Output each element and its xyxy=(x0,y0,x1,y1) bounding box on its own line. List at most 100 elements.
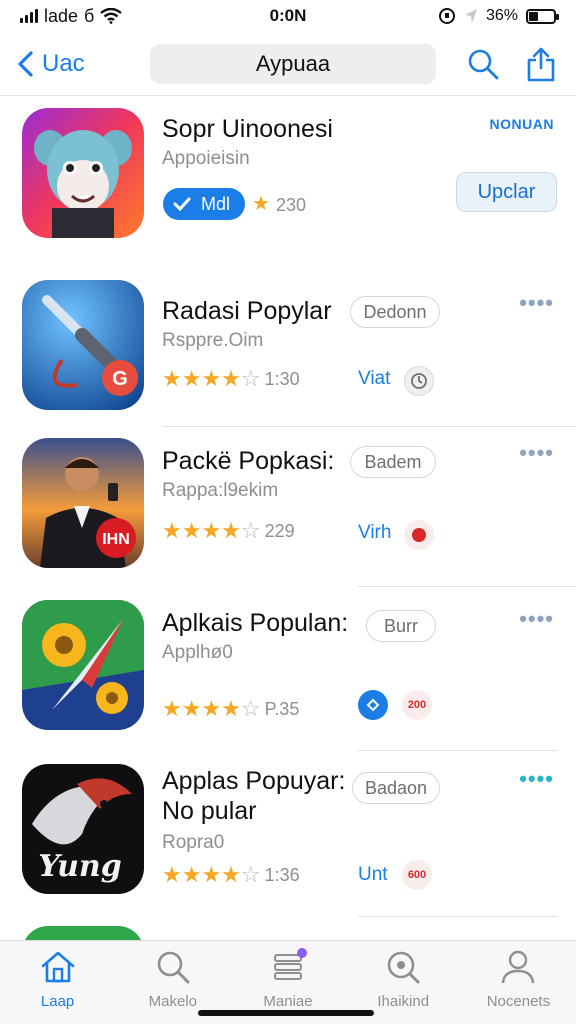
location-icon xyxy=(464,9,477,23)
search-icon xyxy=(157,951,190,984)
badge-label: Mdl xyxy=(201,193,231,214)
tab-label: Makelo xyxy=(148,993,197,1010)
view-link[interactable]: Virh xyxy=(358,522,391,544)
svg-text:G: G xyxy=(112,368,128,390)
rating-count: P.35 xyxy=(264,698,300,719)
magnifier-icon xyxy=(387,951,420,984)
tab-home[interactable]: Laap xyxy=(0,941,115,1024)
list-item[interactable]: Aplkais Populan: Applhø0 xyxy=(0,586,576,750)
app-subtitle: Rsppre.Oim xyxy=(162,330,264,351)
sync-icon[interactable] xyxy=(358,690,388,720)
star-empty-icon: ☆ xyxy=(240,862,261,887)
list-item[interactable]: Yung Applas Popuyar: No pular Ropra0 ★★★… xyxy=(0,750,576,918)
list-item[interactable]: G Radasi Popylar Rsppre.Oim ★★★★ ☆ 1:30 D… xyxy=(0,268,576,428)
status-time: 0:0Ν xyxy=(269,6,307,25)
verified-badge[interactable]: Mdl xyxy=(163,188,245,220)
star-rating: ★★★★ ☆ 1:36 xyxy=(162,862,300,888)
more-icon[interactable]: •••• xyxy=(519,766,554,792)
list-item[interactable]: Sopr Uinoonesi Appoieisin Mdl ★ 230 NONU… xyxy=(0,96,576,268)
home-indicator xyxy=(198,1010,374,1016)
get-button[interactable]: Dedonn xyxy=(350,296,440,328)
app-subtitle: Applhø0 xyxy=(162,642,233,663)
battery-level xyxy=(529,11,538,21)
clock-icon[interactable] xyxy=(404,366,434,396)
count-badge[interactable]: 600 xyxy=(402,860,432,890)
status-right: 36% xyxy=(356,7,559,25)
status-left: lade б xyxy=(20,6,220,27)
star-empty-icon: ☆ xyxy=(240,518,261,543)
star-rating: ★★★★ ☆ 229 xyxy=(162,518,295,544)
app-icon-lemur[interactable] xyxy=(22,108,144,238)
battery-percent: 36% xyxy=(485,7,518,24)
star-empty-icon: ☆ xyxy=(240,366,261,391)
carrier-label: lade xyxy=(44,5,79,26)
home-icon xyxy=(41,951,74,983)
app-icon-raven[interactable]: Yung xyxy=(22,764,144,894)
app-icon-partial[interactable] xyxy=(22,926,144,940)
app-subtitle: Appoieisin xyxy=(162,148,250,169)
tab-label: Nocenets xyxy=(486,993,551,1010)
view-link[interactable]: Viat xyxy=(358,368,390,390)
star-rating: ★★★★ ☆ P.35 xyxy=(162,696,299,722)
share-icon[interactable] xyxy=(526,46,556,82)
divider xyxy=(358,916,558,917)
view-link[interactable]: Unt xyxy=(358,864,388,886)
list-item[interactable]: IHN Packë Popkasi: Rappa:l9ekim ★★★★ ☆ 22… xyxy=(0,428,576,587)
tab-account[interactable]: Nocenets xyxy=(461,941,576,1024)
count-badge[interactable]: 200 xyxy=(402,690,432,720)
chevron-left-icon xyxy=(18,50,33,77)
app-subtitle: Rappa:l9ekim xyxy=(162,480,279,501)
stack-icon xyxy=(274,948,307,980)
back-button[interactable]: Uac xyxy=(0,50,150,78)
app-name: Aplkais Populan: xyxy=(162,609,349,637)
back-label: Uac xyxy=(42,49,85,77)
network-label: б xyxy=(84,5,95,26)
app-name: Packë Popkasi: xyxy=(162,447,335,475)
app-name: Radasi Popylar xyxy=(162,297,332,325)
orientation-lock-icon xyxy=(438,8,455,24)
app-name-line2: No pular xyxy=(162,797,257,825)
app-icon-portrait[interactable]: IHN xyxy=(22,438,144,568)
person-icon xyxy=(502,950,535,984)
rating-count: 230 xyxy=(276,195,307,215)
more-icon[interactable]: •••• xyxy=(519,606,554,632)
rating-count: 1:36 xyxy=(264,864,300,885)
rating-count: 1:30 xyxy=(264,368,300,389)
get-button[interactable]: Burr xyxy=(366,610,436,642)
star-icon: ★★★★ xyxy=(162,366,241,391)
tab-label: Maniae xyxy=(263,993,313,1010)
svg-text:Yung: Yung xyxy=(38,849,121,884)
star-icon: ★ xyxy=(252,193,270,215)
app-name-line1: Applas Popuyar: xyxy=(162,767,346,795)
star-icon: ★★★★ xyxy=(162,696,241,721)
search-icon[interactable] xyxy=(466,47,500,81)
navigation-bar: Uac Aypuaa xyxy=(0,32,576,96)
star-rating: ★★★★ ☆ 1:30 xyxy=(162,366,300,392)
more-icon[interactable]: •••• xyxy=(519,290,554,316)
update-button[interactable]: Upclar xyxy=(456,172,557,212)
star-icon: ★★★★ xyxy=(162,862,241,887)
corner-label: NONUAN xyxy=(489,116,554,132)
app-subtitle: Ropra0 xyxy=(162,832,225,853)
page-title: Aypuaa xyxy=(150,43,436,84)
star-icon: ★★★★ xyxy=(162,518,241,543)
status-bar: lade б 0:0Ν 36% xyxy=(0,0,576,32)
signal-icon xyxy=(20,9,38,23)
app-icon-flower[interactable] xyxy=(22,600,144,730)
app-list: Sopr Uinoonesi Appoieisin Mdl ★ 230 NONU… xyxy=(0,96,576,940)
tab-label: Laap xyxy=(40,993,75,1010)
star-empty-icon: ☆ xyxy=(240,696,261,721)
get-button[interactable]: Badem xyxy=(350,446,436,478)
record-icon[interactable] xyxy=(404,520,434,550)
divider xyxy=(162,426,576,427)
rating-count: 229 xyxy=(264,520,295,541)
app-name: Sopr Uinoonesi xyxy=(162,115,333,143)
get-button[interactable]: Badaon xyxy=(352,772,440,804)
more-icon[interactable]: •••• xyxy=(519,440,554,466)
nav-actions xyxy=(436,46,576,82)
wifi-icon xyxy=(100,8,123,24)
tab-label: Ihaikind xyxy=(377,993,430,1010)
svg-text:IHN: IHN xyxy=(102,531,130,548)
battery-icon xyxy=(526,8,559,24)
app-icon-tool[interactable]: G xyxy=(22,280,144,410)
